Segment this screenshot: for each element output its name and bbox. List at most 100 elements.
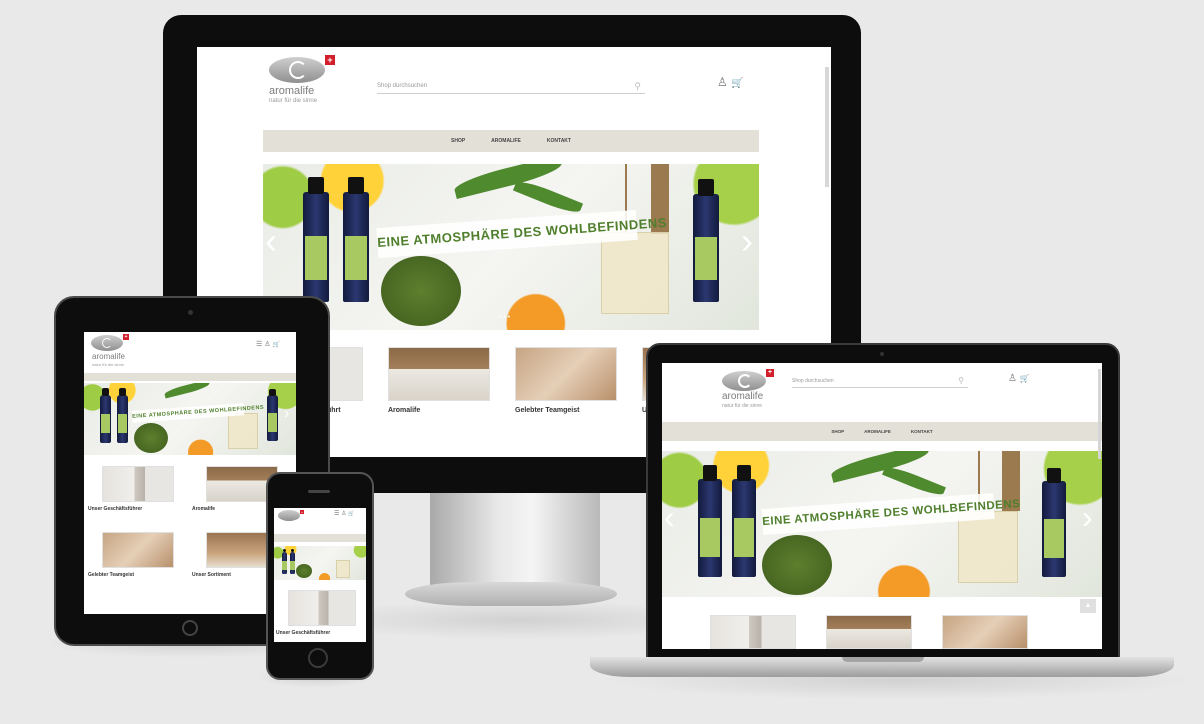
tile-aromalife[interactable] xyxy=(826,615,912,649)
header-icons: ♙ 🛒 xyxy=(1008,373,1030,384)
user-icon[interactable]: ♙ xyxy=(1008,373,1017,384)
hero-slider[interactable]: EINE ATMOSPHÄRE DES WOHLBEFINDENS ‹ › xyxy=(662,451,1102,597)
laptop-lid: + aromalife natur für die sinne Shop dur… xyxy=(646,343,1120,663)
logo[interactable]: + aromalife natur für die sinne xyxy=(267,55,347,105)
tablet-camera xyxy=(188,310,193,315)
tile-teamgeist[interactable] xyxy=(942,615,1028,649)
header-icons: ☰ ♙ 🛒 xyxy=(334,510,354,517)
chevron-right-icon[interactable]: › xyxy=(741,220,753,262)
scrollbar[interactable] xyxy=(1098,369,1101,459)
hero-slider[interactable]: EINE ATMOSPHÄRE DES WOHLBEFINDENS › xyxy=(84,383,296,455)
product-bottle xyxy=(117,388,128,443)
hands-photo xyxy=(942,615,1028,649)
tile-label: Gelebter Teamgeist xyxy=(88,572,135,578)
phone-speaker xyxy=(308,490,330,493)
main-nav xyxy=(274,534,366,542)
search-input[interactable]: Shop durchsuchen ⚲ xyxy=(377,79,645,94)
product-bottle xyxy=(290,548,295,574)
tile-label: Unser Geschäftsführer xyxy=(276,630,331,636)
menu-icon[interactable]: ☰ xyxy=(256,341,262,348)
scroll-top-button[interactable]: ▲ xyxy=(1080,599,1096,613)
monitor-stand-neck xyxy=(430,490,600,590)
chevron-left-icon[interactable]: ‹ xyxy=(664,499,675,536)
nav-shop[interactable]: SHOP xyxy=(831,429,844,434)
product-bottle xyxy=(267,388,278,441)
cart-icon[interactable]: 🛒 xyxy=(348,511,354,517)
hands-photo xyxy=(515,347,617,401)
reed-diffuser xyxy=(336,560,350,578)
swiss-flag-icon: + xyxy=(766,369,774,377)
user-icon[interactable]: ♙ xyxy=(341,511,346,517)
laptop-camera xyxy=(880,352,884,356)
tile-label: Aromalife xyxy=(192,506,216,512)
hands-photo xyxy=(102,532,174,568)
brand-name: aromalife xyxy=(722,391,764,402)
tile-aromalife[interactable]: Aromalife xyxy=(388,347,492,417)
tablet-screen: + aromalife natur für die sinne ☰ ♙ 🛒 EI… xyxy=(84,332,296,614)
search-icon[interactable]: ⚲ xyxy=(958,375,964,387)
logo[interactable]: + aromalife natur für die sinne xyxy=(90,334,150,370)
tile-teamgeist[interactable]: Gelebter Teamgeist xyxy=(88,532,184,578)
nav-kontakt[interactable]: KONTAKT xyxy=(547,138,571,144)
search-input[interactable]: Shop durchsuchen ⚲ xyxy=(792,375,968,388)
swiss-flag-icon: + xyxy=(123,334,129,340)
tile-label: Aromalife xyxy=(388,407,421,414)
tile-geschaeftsfuehrer[interactable] xyxy=(710,615,796,649)
slider-dots[interactable]: • • • xyxy=(499,314,510,321)
main-nav: SHOP AROMALIFE KONTAKT xyxy=(263,130,759,152)
product-bottle xyxy=(698,465,722,577)
product-bottle xyxy=(282,548,287,574)
hero-banner-text: EINE ATMOSPHÄRE DES WOHLBEFINDENS xyxy=(376,209,667,259)
brand-name: aromalife xyxy=(92,352,125,361)
scrollbar[interactable] xyxy=(825,67,829,187)
brand-tagline: natur für die sinne xyxy=(269,98,318,104)
tile-teamgeist[interactable]: Gelebter Teamgeist xyxy=(515,347,619,417)
reed-diffuser xyxy=(228,413,258,449)
main-nav: SHOP AROMALIFE KONTAKT xyxy=(662,422,1102,441)
header-icons: ☰ ♙ 🛒 xyxy=(256,340,280,348)
product-bottle xyxy=(303,176,329,302)
cart-icon[interactable]: 🛒 xyxy=(731,78,743,89)
product-bottle xyxy=(1042,467,1066,577)
chevron-left-icon[interactable]: ‹ xyxy=(265,220,277,262)
chevron-right-icon[interactable]: › xyxy=(1082,499,1093,536)
logo[interactable]: + aromalife natur für die sinne xyxy=(720,369,790,413)
phone-home-button[interactable] xyxy=(308,648,328,668)
search-placeholder: Shop durchsuchen xyxy=(792,378,834,384)
laptop-screen: + aromalife natur für die sinne Shop dur… xyxy=(662,363,1102,649)
product-bottle xyxy=(732,465,756,577)
search-icon[interactable]: ⚲ xyxy=(634,79,641,93)
reed-diffuser xyxy=(958,511,1018,583)
brand-name: aromalife xyxy=(269,85,315,97)
cart-icon[interactable]: 🛒 xyxy=(1020,374,1030,383)
eucalyptus-leaf xyxy=(163,383,211,399)
product-bottle xyxy=(343,176,369,302)
swiss-flag-icon: + xyxy=(325,55,335,65)
user-icon[interactable]: ♙ xyxy=(264,341,270,348)
menu-icon[interactable]: ☰ xyxy=(334,511,339,517)
product-bottle xyxy=(693,178,719,302)
nav-shop[interactable]: SHOP xyxy=(451,138,465,144)
reed-diffuser xyxy=(601,232,669,314)
nav-aromalife[interactable]: AROMALIFE xyxy=(864,429,891,434)
phone-screen: + ☰ ♙ 🛒 Unser Geschäftsführer xyxy=(274,508,366,642)
logo[interactable]: + xyxy=(278,510,308,526)
user-icon[interactable]: ♙ xyxy=(717,75,728,89)
tile-label: Unser Sortiment xyxy=(192,572,231,578)
tile-geschaeftsfuehrer[interactable]: Unser Geschäftsführer xyxy=(276,590,364,638)
chevron-right-icon[interactable]: › xyxy=(284,405,289,423)
person-photo xyxy=(710,615,796,649)
thyme-herb xyxy=(381,256,461,326)
tablet-home-button[interactable] xyxy=(182,620,198,636)
cart-icon[interactable]: 🛒 xyxy=(272,342,279,348)
eucalyptus-leaf xyxy=(512,177,584,217)
hero-slider[interactable] xyxy=(274,546,366,580)
nav-aromalife[interactable]: AROMALIFE xyxy=(491,138,521,144)
nav-kontakt[interactable]: KONTAKT xyxy=(911,429,933,434)
tile-label: Gelebter Teamgeist xyxy=(515,407,580,414)
hero-slider[interactable]: EINE ATMOSPHÄRE DES WOHLBEFINDENS ‹ › • … xyxy=(263,164,759,330)
thyme-herb xyxy=(762,535,832,595)
person-photo xyxy=(288,590,356,626)
tile-geschaeftsfuehrer[interactable]: Unser Geschäftsführer xyxy=(88,466,184,512)
swiss-flag-icon: + xyxy=(300,510,304,514)
